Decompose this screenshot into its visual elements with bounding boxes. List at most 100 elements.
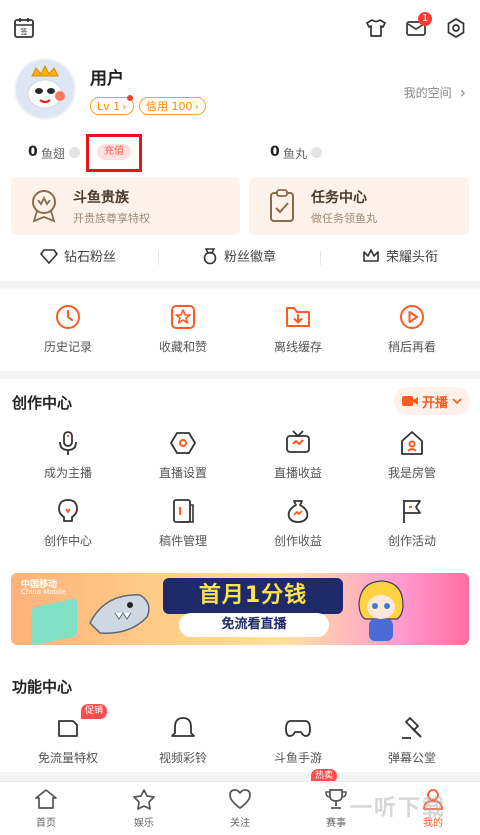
tab-home[interactable]: 首页 [6, 786, 86, 829]
avatar[interactable] [14, 58, 76, 120]
crown-icon [363, 248, 379, 262]
fan-row: 钻石粉丝 粉丝徽章 荣耀头衔 [0, 246, 480, 270]
become-streamer-item[interactable]: 成为主播 [13, 428, 123, 481]
live-income-item[interactable]: 直播收益 [243, 428, 353, 481]
offline-cache-item[interactable]: 离线缓存 [243, 302, 353, 355]
task-center-card[interactable]: 任务中心 做任务领鱼丸 [249, 177, 469, 235]
offline-cache-label: 离线缓存 [273, 340, 322, 354]
section-gap [0, 371, 480, 379]
star-icon [131, 786, 157, 812]
tab-follow-label: 关注 [230, 818, 250, 829]
honor-title-label: 荣耀头衔 [386, 250, 439, 265]
noble-card[interactable]: 斗鱼贵族 开贵族尊享特权 [11, 177, 240, 235]
diamond-fans-label: 钻石粉丝 [64, 250, 117, 265]
watermark-text: 一听下载 [350, 796, 447, 821]
flag-icon [397, 496, 427, 526]
level-label: Lv 1 [97, 99, 121, 113]
mobile-games-label: 斗鱼手游 [273, 751, 322, 765]
camera-icon [401, 396, 418, 406]
function-section-title: 功能中心 [12, 678, 73, 696]
history-icon [53, 302, 83, 332]
username: 用户 [90, 69, 124, 89]
task-clipboard-icon [267, 189, 297, 223]
play-later-icon [397, 302, 427, 332]
shirt-icon[interactable] [362, 14, 390, 42]
go-live-label: 开播 [421, 395, 448, 411]
favorites-label: 收藏和赞 [158, 340, 207, 354]
settings-icon[interactable] [442, 14, 470, 42]
free-data-label: 免流量特权 [37, 751, 98, 765]
chevron-right-icon: › [122, 99, 127, 113]
info-icon[interactable] [69, 147, 80, 158]
bell-icon [168, 713, 198, 743]
danmaku-court-item[interactable]: 弹幕公堂 [357, 713, 467, 766]
mobile-games-item[interactable]: 斗鱼手游 [243, 713, 353, 766]
credit-pill[interactable]: 信用 100 › [139, 97, 206, 115]
download-folder-icon [283, 302, 313, 332]
banner-subtitle: 免流看直播 [179, 613, 329, 637]
become-streamer-label: 成为主播 [43, 466, 92, 480]
trophy-icon [323, 786, 349, 812]
hexagon-settings-icon [168, 428, 198, 458]
my-space-link[interactable]: 我的空间 › [404, 83, 466, 102]
tab-entertainment[interactable]: 娱乐 [104, 786, 184, 829]
fish-wing-count: 0 [28, 144, 38, 160]
diamond-fans-item[interactable]: 钻石粉丝 [40, 246, 116, 265]
banner-brand-en: China Mobile [21, 588, 67, 596]
watch-later-label: 稍后再看 [387, 340, 436, 354]
creation-activity-label: 创作活动 [387, 534, 436, 548]
money-bag-icon [283, 496, 313, 526]
live-settings-label: 直播设置 [158, 466, 207, 480]
recharge-button[interactable]: 充值 [97, 144, 131, 160]
noble-title: 斗鱼贵族 [73, 190, 129, 206]
tv-icon [283, 428, 313, 458]
diamond-icon [40, 248, 58, 264]
divider [320, 251, 321, 265]
level-dot [127, 95, 133, 101]
go-live-button[interactable]: 开播 [394, 387, 470, 415]
creator-center-item[interactable]: 创作中心 [13, 496, 123, 549]
honor-title-item[interactable]: 荣耀头衔 [362, 246, 438, 265]
video-ringtone-label: 视频彩铃 [158, 751, 207, 765]
creation-income-item[interactable]: 创作收益 [243, 496, 353, 549]
fish-ball-count: 0 [270, 144, 280, 160]
noble-badge-icon [29, 189, 59, 223]
promo-banner[interactable]: 中国移动 China Mobile 首月1分钱 免流看直播 [11, 573, 469, 645]
svg-text:签: 签 [21, 27, 28, 36]
fish-wing-label: 鱼翅 [41, 147, 66, 161]
manuscript-management-label: 稿件管理 [158, 534, 207, 548]
lightbulb-icon [53, 496, 83, 526]
task-center-subtitle: 做任务领鱼丸 [311, 212, 377, 225]
manuscript-management-item[interactable]: 稿件管理 [128, 496, 238, 549]
video-ringtone-item[interactable]: 视频彩铃 [128, 713, 238, 766]
section-gap [0, 772, 480, 781]
noble-subtitle: 开贵族尊享特权 [73, 212, 150, 225]
fan-badge-icon [203, 247, 217, 264]
shark-mascot-graphic [85, 583, 155, 639]
banner-title: 首月1分钱 [163, 578, 343, 614]
gift-box-graphic [31, 598, 77, 645]
history-item[interactable]: 历史记录 [13, 302, 123, 355]
tab-follow[interactable]: 关注 [200, 786, 280, 829]
chevron-right-icon: › [194, 99, 199, 113]
notification-badge: 1 [418, 12, 432, 26]
history-label: 历史记录 [43, 340, 92, 354]
room-admin-item[interactable]: 我是房管 [357, 428, 467, 481]
info-icon[interactable] [311, 147, 322, 158]
watch-later-item[interactable]: 稍后再看 [357, 302, 467, 355]
my-space-label: 我的空间 [403, 86, 452, 100]
creation-income-label: 创作收益 [273, 534, 322, 548]
sign-in-calendar-icon[interactable]: 签 [10, 14, 38, 42]
chevron-right-icon: › [459, 83, 466, 102]
card-icon [53, 713, 83, 743]
divider [158, 251, 159, 265]
chevron-down-icon [452, 398, 462, 405]
fan-badge-item[interactable]: 粉丝徽章 [202, 246, 276, 265]
live-settings-item[interactable]: 直播设置 [128, 428, 238, 481]
creation-activity-item[interactable]: 创作活动 [357, 496, 467, 549]
favorites-item[interactable]: 收藏和赞 [128, 302, 238, 355]
free-data-item[interactable]: 免流量特权 [13, 713, 123, 766]
tab-entertainment-label: 娱乐 [134, 818, 154, 829]
creator-center-label: 创作中心 [43, 534, 92, 548]
credit-label: 信用 100 [146, 100, 193, 113]
